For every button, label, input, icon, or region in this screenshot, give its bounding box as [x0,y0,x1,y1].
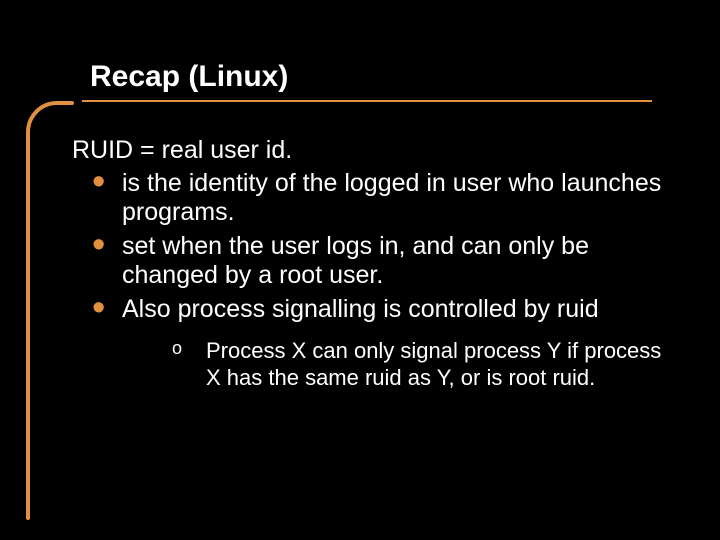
list-item: Also process signalling is controlled by… [92,295,662,391]
title-underline [82,100,652,102]
lead-line: RUID = real user id. [72,136,662,165]
list-item: is the identity of the logged in user wh… [92,169,662,228]
body-content: RUID = real user id. is the identity of … [72,136,662,395]
list-item: set when the user logs in, and can only … [92,232,662,291]
title-row: Recap (Linux) [90,60,650,93]
bullet-text: set when the user logs in, and can only … [122,232,589,290]
list-item: Process X can only signal process Y if p… [172,338,662,391]
bullet-text: is the identity of the logged in user wh… [122,169,661,227]
bullet-list: is the identity of the logged in user wh… [72,169,662,391]
sub-bullet-text: Process X can only signal process Y if p… [206,338,661,389]
sub-bullet-list: Process X can only signal process Y if p… [122,338,662,391]
slide-title: Recap (Linux) [90,60,650,93]
bullet-text: Also process signalling is controlled by… [122,295,599,323]
slide: Recap (Linux) RUID = real user id. is th… [0,0,720,540]
decorative-l-frame [25,100,75,520]
